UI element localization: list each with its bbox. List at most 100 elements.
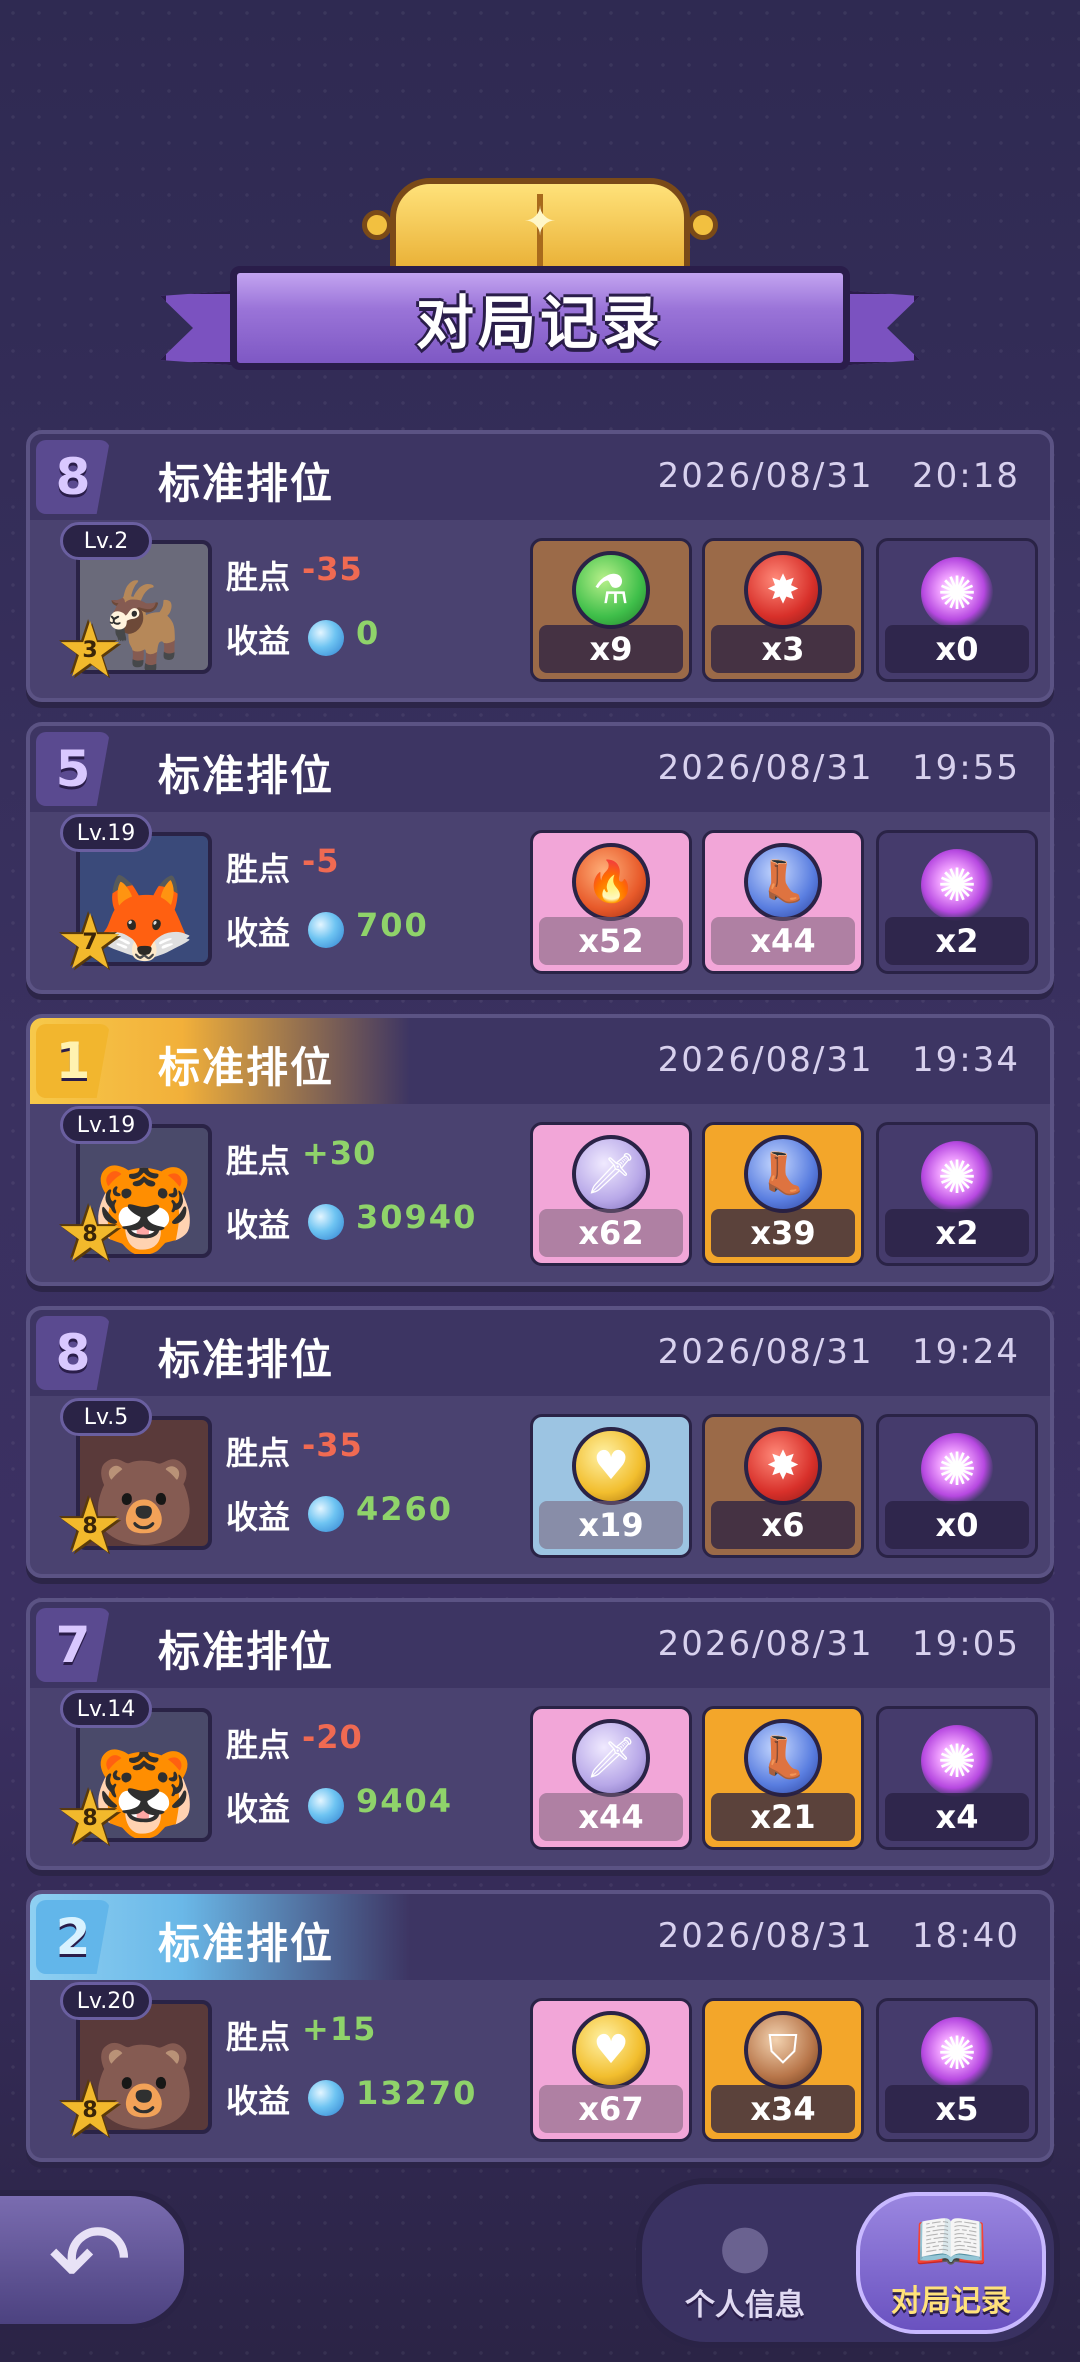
match-card[interactable]: 5 标准排位 2026/08/31 19:55 🦊 Lv.19 7 胜点 -5 … <box>26 722 1054 994</box>
hero-avatar[interactable]: 🐯 Lv.14 8 <box>56 1690 212 1856</box>
item-count: x34 <box>711 2085 855 2133</box>
item-count: x3 <box>711 625 855 673</box>
bottom-tab-bar: ● 个人信息 📖 对局记录 <box>636 2178 1060 2348</box>
match-datetime: 2026/08/31 19:55 <box>657 748 1020 788</box>
tab-profile[interactable]: ● 个人信息 <box>650 2192 840 2334</box>
boot-icon: 👢 <box>744 1135 822 1213</box>
dagger-icon: 🗡 <box>572 1135 650 1213</box>
item-count: x67 <box>539 2085 683 2133</box>
item-count: x6 <box>711 1501 855 1549</box>
item-count: x39 <box>711 1209 855 1257</box>
star-rank-icon: 3 <box>56 612 124 688</box>
boot-icon: 👢 <box>744 1719 822 1797</box>
match-card[interactable]: 7 标准排位 2026/08/31 19:05 🐯 Lv.14 8 胜点 -20… <box>26 1598 1054 1870</box>
match-card[interactable]: 8 标准排位 2026/08/31 20:18 🐐 Lv.2 3 胜点 -35 … <box>26 430 1054 702</box>
reward-item[interactable]: ✺ x0 <box>876 538 1038 682</box>
level-badge: Lv.5 <box>60 1398 152 1436</box>
hero-avatar[interactable]: 🐐 Lv.2 3 <box>56 522 212 688</box>
hero-avatar[interactable]: 🐯 Lv.19 8 <box>56 1106 212 1272</box>
match-card[interactable]: 8 标准排位 2026/08/31 19:24 🐻 Lv.5 8 胜点 -35 … <box>26 1306 1054 1578</box>
income-label: 收益 <box>226 1206 291 1244</box>
star-rank-icon: 8 <box>56 1488 124 1564</box>
level-badge: Lv.19 <box>60 1106 152 1144</box>
fire-icon: 🔥 <box>572 843 650 921</box>
boot-icon: 👢 <box>744 843 822 921</box>
level-badge: Lv.20 <box>60 1982 152 2020</box>
reward-item[interactable]: ✸ x3 <box>702 538 864 682</box>
game-mode: 标准排位 <box>158 1627 335 1676</box>
swirl-icon: ✺ <box>921 557 993 629</box>
star-rank-value: 3 <box>82 637 98 663</box>
swirl-icon: ✺ <box>921 1725 993 1797</box>
match-datetime: 2026/08/31 19:24 <box>657 1332 1020 1372</box>
person-icon: ● <box>718 2211 772 2281</box>
reward-item[interactable]: ♥ x67 <box>530 1998 692 2142</box>
points-label: 胜点 <box>226 1726 291 1764</box>
level-badge: Lv.14 <box>60 1690 152 1728</box>
reward-item[interactable]: 🔥 x52 <box>530 830 692 974</box>
reward-item[interactable]: ✺ x0 <box>876 1414 1038 1558</box>
game-mode: 标准排位 <box>158 751 335 800</box>
tab-match-history[interactable]: 📖 对局记录 <box>856 2192 1046 2334</box>
reward-item[interactable]: 🗡 x44 <box>530 1706 692 1850</box>
potion-icon: ⚗ <box>572 551 650 629</box>
burst-icon: ✸ <box>744 1427 822 1505</box>
heart-icon: ♥ <box>572 2011 650 2089</box>
income-label: 收益 <box>226 914 291 952</box>
rank-number: 5 <box>55 740 91 798</box>
hero-avatar[interactable]: 🐻 Lv.5 8 <box>56 1398 212 1564</box>
income-value: 4260 <box>356 1490 454 1528</box>
item-count: x2 <box>885 917 1029 965</box>
star-rank-value: 8 <box>82 1513 98 1539</box>
item-count: x2 <box>885 1209 1029 1257</box>
item-count: x4 <box>885 1793 1029 1841</box>
reward-item[interactable]: ⚗ x9 <box>530 538 692 682</box>
tab-profile-label: 个人信息 <box>685 2288 805 2323</box>
reward-item[interactable]: ✺ x4 <box>876 1706 1038 1850</box>
income-label: 收益 <box>226 2082 291 2120</box>
dagger-icon: 🗡 <box>572 1719 650 1797</box>
star-rank-value: 8 <box>82 1805 98 1831</box>
points-value: -35 <box>302 550 363 588</box>
back-arrow-icon: ↶ <box>48 2201 132 2318</box>
match-header: 1 标准排位 2026/08/31 19:34 <box>30 1018 1050 1104</box>
hero-avatar[interactable]: 🐻 Lv.20 8 <box>56 1982 212 2148</box>
points-value: +15 <box>302 2010 377 2048</box>
star-rank-value: 8 <box>82 2097 98 2123</box>
gem-icon <box>308 1788 344 1824</box>
reward-item[interactable]: ✺ x2 <box>876 1122 1038 1266</box>
reward-item[interactable]: ✺ x5 <box>876 1998 1038 2142</box>
title-banner: ✦ 对局记录 <box>150 170 930 390</box>
star-rank-value: 8 <box>82 1221 98 1247</box>
burst-icon: ✸ <box>744 551 822 629</box>
reward-item[interactable]: 👢 x39 <box>702 1122 864 1266</box>
gem-icon <box>308 912 344 948</box>
swirl-icon: ✺ <box>921 1141 993 1213</box>
reward-item[interactable]: ⛉ x34 <box>702 1998 864 2142</box>
points-label: 胜点 <box>226 2018 291 2056</box>
reward-item[interactable]: ✺ x2 <box>876 830 1038 974</box>
reward-item[interactable]: 👢 x21 <box>702 1706 864 1850</box>
match-card[interactable]: 1 标准排位 2026/08/31 19:34 🐯 Lv.19 8 胜点 +30… <box>26 1014 1054 1286</box>
star-rank-value: 7 <box>82 929 98 955</box>
star-rank-icon: 8 <box>56 1780 124 1856</box>
reward-item[interactable]: ✸ x6 <box>702 1414 864 1558</box>
match-datetime: 2026/08/31 19:34 <box>657 1040 1020 1080</box>
item-count: x62 <box>539 1209 683 1257</box>
reward-item[interactable]: 👢 x44 <box>702 830 864 974</box>
reward-item[interactable]: ♥ x19 <box>530 1414 692 1558</box>
match-card[interactable]: 2 标准排位 2026/08/31 18:40 🐻 Lv.20 8 胜点 +15… <box>26 1890 1054 2162</box>
reward-item[interactable]: 🗡 x62 <box>530 1122 692 1266</box>
swirl-icon: ✺ <box>921 849 993 921</box>
hero-avatar[interactable]: 🦊 Lv.19 7 <box>56 814 212 980</box>
match-history-list[interactable]: 8 标准排位 2026/08/31 20:18 🐐 Lv.2 3 胜点 -35 … <box>26 430 1054 2182</box>
rank-number: 2 <box>55 1908 91 1966</box>
income-label: 收益 <box>226 1498 291 1536</box>
level-badge: Lv.2 <box>60 522 152 560</box>
back-button[interactable]: ↶ <box>0 2190 190 2330</box>
points-value: -20 <box>302 1718 363 1756</box>
points-label: 胜点 <box>226 1434 291 1472</box>
game-mode: 标准排位 <box>158 1043 335 1092</box>
swirl-icon: ✺ <box>921 2017 993 2089</box>
item-count: x0 <box>885 625 1029 673</box>
